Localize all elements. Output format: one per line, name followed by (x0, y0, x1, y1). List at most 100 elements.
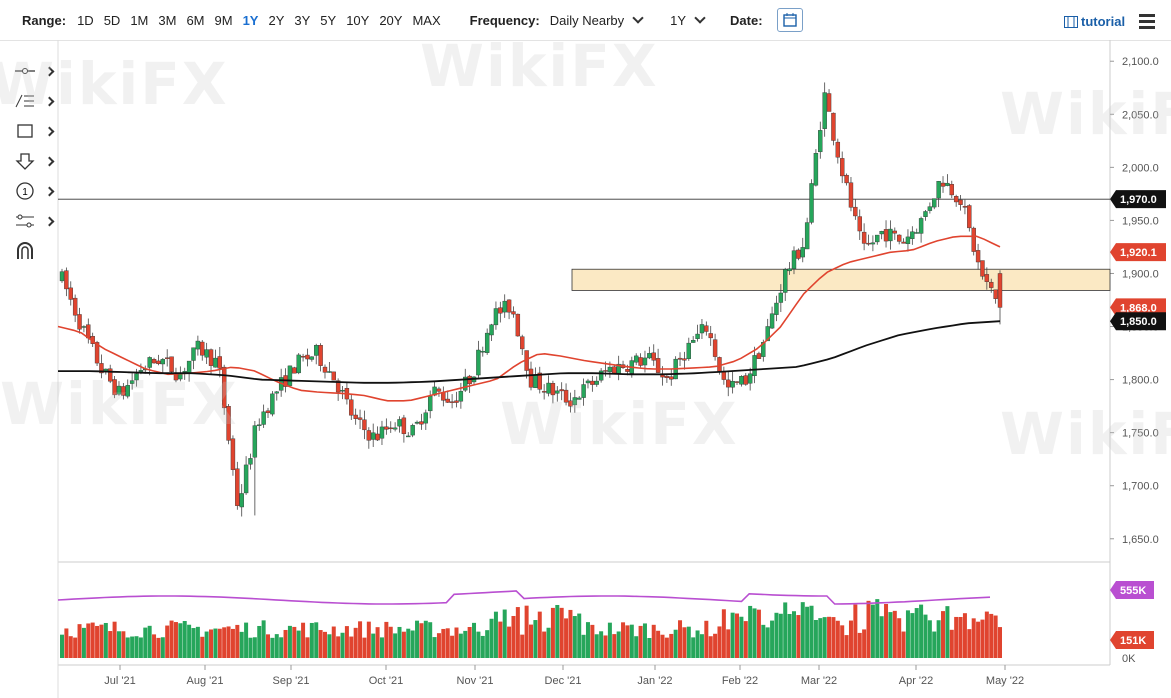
price-chart[interactable]: 2,100.0 2,050.0 2,000.0 1,950.0 1,900.0 1,850… (0, 40, 1171, 698)
tutorial-link[interactable]: tutorial (1064, 14, 1125, 29)
range-buttons: 1D 5D 1M 3M 6M 9M 1Y 2Y 3Y 5Y 10Y 20Y MAX (72, 13, 446, 28)
y-tick-label: 1,900.0 (1122, 268, 1159, 280)
candle-body (371, 432, 376, 440)
volume-bar (130, 636, 135, 658)
candle-body (300, 355, 306, 358)
range-label: Range: (22, 12, 67, 28)
range-5y[interactable]: 5Y (320, 13, 336, 28)
volume-bar (642, 623, 647, 658)
range-3y[interactable]: 3Y (294, 13, 310, 28)
candle-body (752, 355, 757, 377)
volume-label: 151K (1120, 635, 1146, 647)
hamburger-menu-icon[interactable] (1139, 14, 1155, 32)
candle-body (274, 391, 279, 394)
candle-body (739, 376, 744, 385)
volume-bar (60, 634, 64, 658)
range-max[interactable]: MAX (412, 13, 440, 28)
range-10y[interactable]: 10Y (346, 13, 369, 28)
candle-body (125, 385, 130, 397)
film-icon (1064, 15, 1078, 28)
range-1m[interactable]: 1M (130, 13, 148, 28)
candle-body (940, 182, 946, 187)
volume-bar (897, 618, 902, 658)
volume-bar (415, 620, 420, 658)
volume-bar (336, 636, 341, 658)
range-3m[interactable]: 3M (158, 13, 176, 28)
volume-bar (713, 633, 718, 658)
volume-bar (936, 620, 941, 658)
candle-body (112, 379, 117, 396)
volume-bar (844, 635, 849, 658)
candle-body (787, 268, 792, 272)
y-tick-label: 2,050.0 (1122, 109, 1159, 121)
range-1y[interactable]: 1Y (243, 13, 259, 28)
candle-body (791, 250, 797, 270)
volume-bar (344, 626, 349, 658)
candle-body (686, 342, 691, 359)
range-6m[interactable]: 6M (186, 13, 204, 28)
volume-bar (371, 633, 376, 658)
candle-body (550, 383, 556, 396)
volume-bar (156, 637, 161, 658)
candle-body (651, 352, 656, 361)
candle-body (230, 438, 236, 470)
candle-body (357, 417, 363, 420)
volume-bar (914, 608, 919, 658)
candle-body (655, 358, 661, 373)
volume-bar (226, 626, 231, 658)
candle-body (870, 242, 876, 245)
candle-body (989, 281, 994, 288)
x-tick-label: Jan '22 (637, 675, 672, 687)
volume-bar (95, 625, 100, 658)
chevron-down-icon (632, 12, 644, 24)
date-label: Date: (730, 12, 763, 28)
candle-body (633, 355, 639, 363)
volume-bar (638, 625, 643, 658)
candle-body (353, 414, 358, 419)
volume-bar (682, 627, 687, 658)
candle-body (235, 468, 240, 506)
range-20y[interactable]: 20Y (379, 13, 402, 28)
volume-bar (498, 621, 503, 658)
candle-body (857, 216, 862, 232)
candle-body (905, 236, 911, 245)
volume-bar (195, 626, 200, 658)
range-9m[interactable]: 9M (215, 13, 233, 28)
volume-bar (805, 606, 810, 658)
price-label: 1,850.0 (1120, 316, 1157, 328)
range-1d[interactable]: 1D (77, 13, 94, 28)
candle-body (883, 229, 889, 242)
volume-bar (678, 620, 683, 658)
candle-body (388, 427, 393, 430)
candle-body (958, 199, 963, 205)
candle-body (81, 326, 87, 328)
volume-bar (708, 636, 713, 658)
x-tick-label: Mar '22 (801, 675, 837, 687)
volume-bar (340, 632, 345, 658)
candle-body (200, 341, 205, 356)
candle-body (511, 311, 516, 315)
candle-body (726, 379, 731, 388)
volume-bar (270, 637, 275, 658)
toolbar: Range: 1D 5D 1M 3M 6M 9M 1Y 2Y 3Y 5Y 10Y 20Y MAX Fre… (0, 0, 1171, 41)
candle-body (322, 366, 328, 373)
x-tick-label: Feb '22 (722, 675, 758, 687)
volume-bar (555, 604, 560, 658)
y-tick-label: 1,750.0 (1122, 428, 1159, 440)
range-2y[interactable]: 2Y (268, 13, 284, 28)
calendar-button[interactable] (776, 8, 803, 32)
volume-bar (958, 616, 963, 658)
candle-body (546, 382, 551, 394)
volume-bar (550, 607, 555, 658)
volume-bar (476, 631, 481, 658)
candle-body (138, 370, 144, 372)
candle-body (318, 345, 323, 366)
volume-bar (835, 620, 840, 658)
volume-bar (875, 599, 880, 658)
period-select[interactable]: 1Y (670, 12, 706, 28)
volume-bar (182, 620, 187, 658)
frequency-select[interactable]: Daily Nearby (550, 12, 644, 28)
range-5d[interactable]: 5D (104, 13, 121, 28)
volume-bar (68, 636, 73, 658)
candle-body (239, 493, 244, 508)
